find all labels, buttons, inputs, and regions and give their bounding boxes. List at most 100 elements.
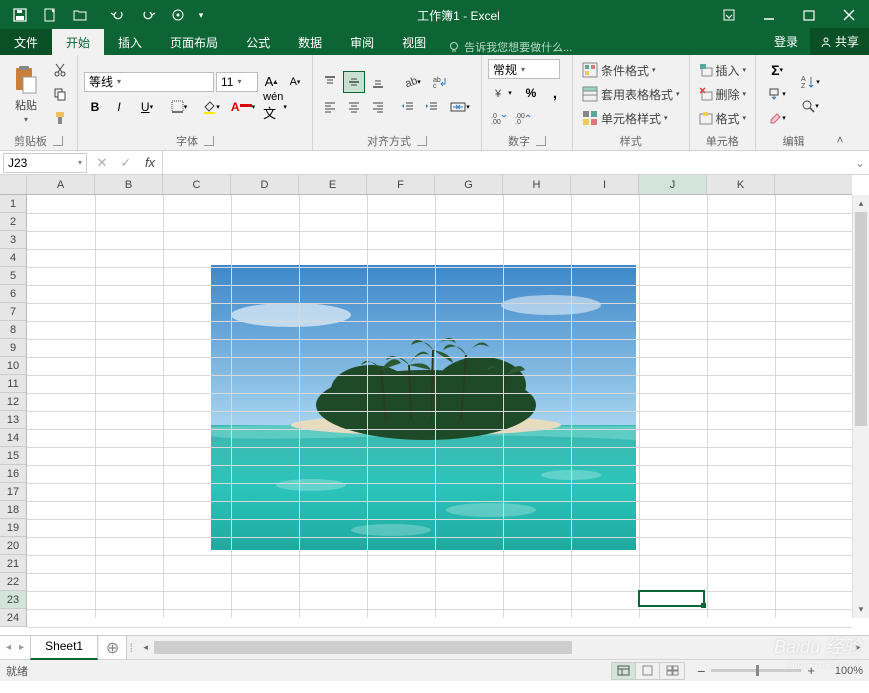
scroll-down-button[interactable]: ▾ [853,601,869,618]
increase-decimal-button[interactable]: .0.00 [488,107,510,129]
undo-button[interactable] [104,1,132,29]
row-header[interactable]: 19 [0,519,26,537]
row-header[interactable]: 24 [0,609,26,627]
ribbon-options-button[interactable] [709,0,749,30]
row-header[interactable]: 18 [0,501,26,519]
percent-button[interactable]: % [520,82,542,104]
fx-button[interactable]: fx [138,151,162,175]
scroll-up-button[interactable]: ▴ [853,195,869,212]
wrap-text-button[interactable]: abc [429,71,451,93]
column-header[interactable]: D [231,175,299,194]
decrease-decimal-button[interactable]: .00.0 [512,107,534,129]
redo-button[interactable] [134,1,162,29]
expand-formula-button[interactable]: ⌄ [851,156,869,170]
paste-button[interactable]: 粘贴 ▾ [6,57,46,131]
tab-file[interactable]: 文件 [0,29,52,55]
clear-button[interactable]: ▾ [762,107,792,129]
font-color-button[interactable]: A▾ [228,96,258,118]
normal-view-button[interactable] [612,663,636,679]
row-header[interactable]: 21 [0,555,26,573]
font-name-combo[interactable]: 等线▾ [84,72,214,92]
tab-data[interactable]: 数据 [284,29,336,55]
cell-styles-button[interactable]: 单元格样式▾ [579,107,683,129]
column-header[interactable]: B [95,175,163,194]
scroll-left-button[interactable]: ◂ [137,642,154,653]
dialog-launcher-icon[interactable] [53,136,63,146]
cells-area[interactable] [27,195,852,618]
zoom-out-button[interactable]: − [697,663,705,679]
merge-button[interactable]: ▾ [445,96,475,118]
minimize-button[interactable] [749,0,789,30]
italic-button[interactable]: I [108,96,130,118]
row-header[interactable]: 8 [0,321,26,339]
row-header[interactable]: 11 [0,375,26,393]
sheet-prev-button[interactable]: ◂ [6,642,11,653]
cancel-formula-button[interactable]: ✕ [90,151,114,175]
dialog-launcher-icon[interactable] [536,136,546,146]
page-break-view-button[interactable] [660,663,684,679]
sort-filter-button[interactable]: AZ▾ [795,71,825,93]
format-painter-button[interactable] [49,107,71,129]
maximize-button[interactable] [789,0,829,30]
new-button[interactable] [36,1,64,29]
align-center-button[interactable] [343,96,365,118]
sheet-tab-1[interactable]: Sheet1 [30,636,98,660]
find-button[interactable]: ▾ [795,95,825,117]
add-sheet-button[interactable]: ⊕ [98,636,126,659]
font-size-combo[interactable]: 11▾ [216,72,258,92]
fill-color-button[interactable]: ▾ [196,96,226,118]
bold-button[interactable]: B [84,96,106,118]
zoom-level[interactable]: 100% [821,665,863,677]
align-right-button[interactable] [367,96,389,118]
signin-button[interactable]: 登录 [762,28,810,55]
orientation-button[interactable]: ab▾ [397,71,427,93]
collapse-ribbon-button[interactable]: ˄ [831,55,849,150]
shrink-font-button[interactable]: A▾ [284,71,306,93]
align-top-button[interactable] [319,71,341,93]
dialog-launcher-icon[interactable] [204,136,214,146]
close-button[interactable] [829,0,869,30]
scroll-thumb[interactable] [855,212,867,426]
cut-button[interactable] [49,59,71,81]
scroll-right-button[interactable]: ▸ [850,642,867,653]
number-format-combo[interactable]: 常规▾ [488,59,560,79]
column-header[interactable]: H [503,175,571,194]
comma-button[interactable]: , [544,82,566,104]
column-header[interactable]: C [163,175,231,194]
format-cells-button[interactable]: 格式▾ [696,107,750,129]
accounting-format-button[interactable]: ¥▾ [488,82,518,104]
touch-mode-button[interactable] [164,1,192,29]
sheet-next-button[interactable]: ▸ [19,642,24,653]
row-header[interactable]: 22 [0,573,26,591]
column-header[interactable]: J [639,175,707,194]
embedded-image[interactable] [211,265,636,550]
page-layout-view-button[interactable] [636,663,660,679]
tab-formula[interactable]: 公式 [232,29,284,55]
share-button[interactable]: 共享 [810,28,869,55]
row-header[interactable]: 23 [0,591,26,609]
row-header[interactable]: 17 [0,483,26,501]
column-header[interactable]: E [299,175,367,194]
tab-view[interactable]: 视图 [388,29,440,55]
tab-layout[interactable]: 页面布局 [156,29,232,55]
vertical-scrollbar[interactable]: ▴ ▾ [852,195,869,618]
tab-review[interactable]: 审阅 [336,29,388,55]
autosum-button[interactable]: Σ▾ [762,59,792,81]
phonetic-button[interactable]: wén文▾ [260,96,290,118]
qat-customize-dropdown[interactable]: ▾ [194,1,208,29]
row-header[interactable]: 16 [0,465,26,483]
delete-cells-button[interactable]: 删除▾ [696,83,750,105]
select-all-corner[interactable] [0,175,27,195]
increase-indent-button[interactable] [421,96,443,118]
row-header[interactable]: 12 [0,393,26,411]
column-header[interactable]: I [571,175,639,194]
column-header[interactable]: A [27,175,95,194]
insert-cells-button[interactable]: 插入▾ [696,59,750,81]
copy-button[interactable] [49,83,71,105]
border-button[interactable]: ▾ [164,96,194,118]
row-header[interactable]: 3 [0,231,26,249]
fill-button[interactable]: ▾ [762,83,792,105]
decrease-indent-button[interactable] [397,96,419,118]
grow-font-button[interactable]: A▴ [260,71,282,93]
column-header[interactable]: F [367,175,435,194]
